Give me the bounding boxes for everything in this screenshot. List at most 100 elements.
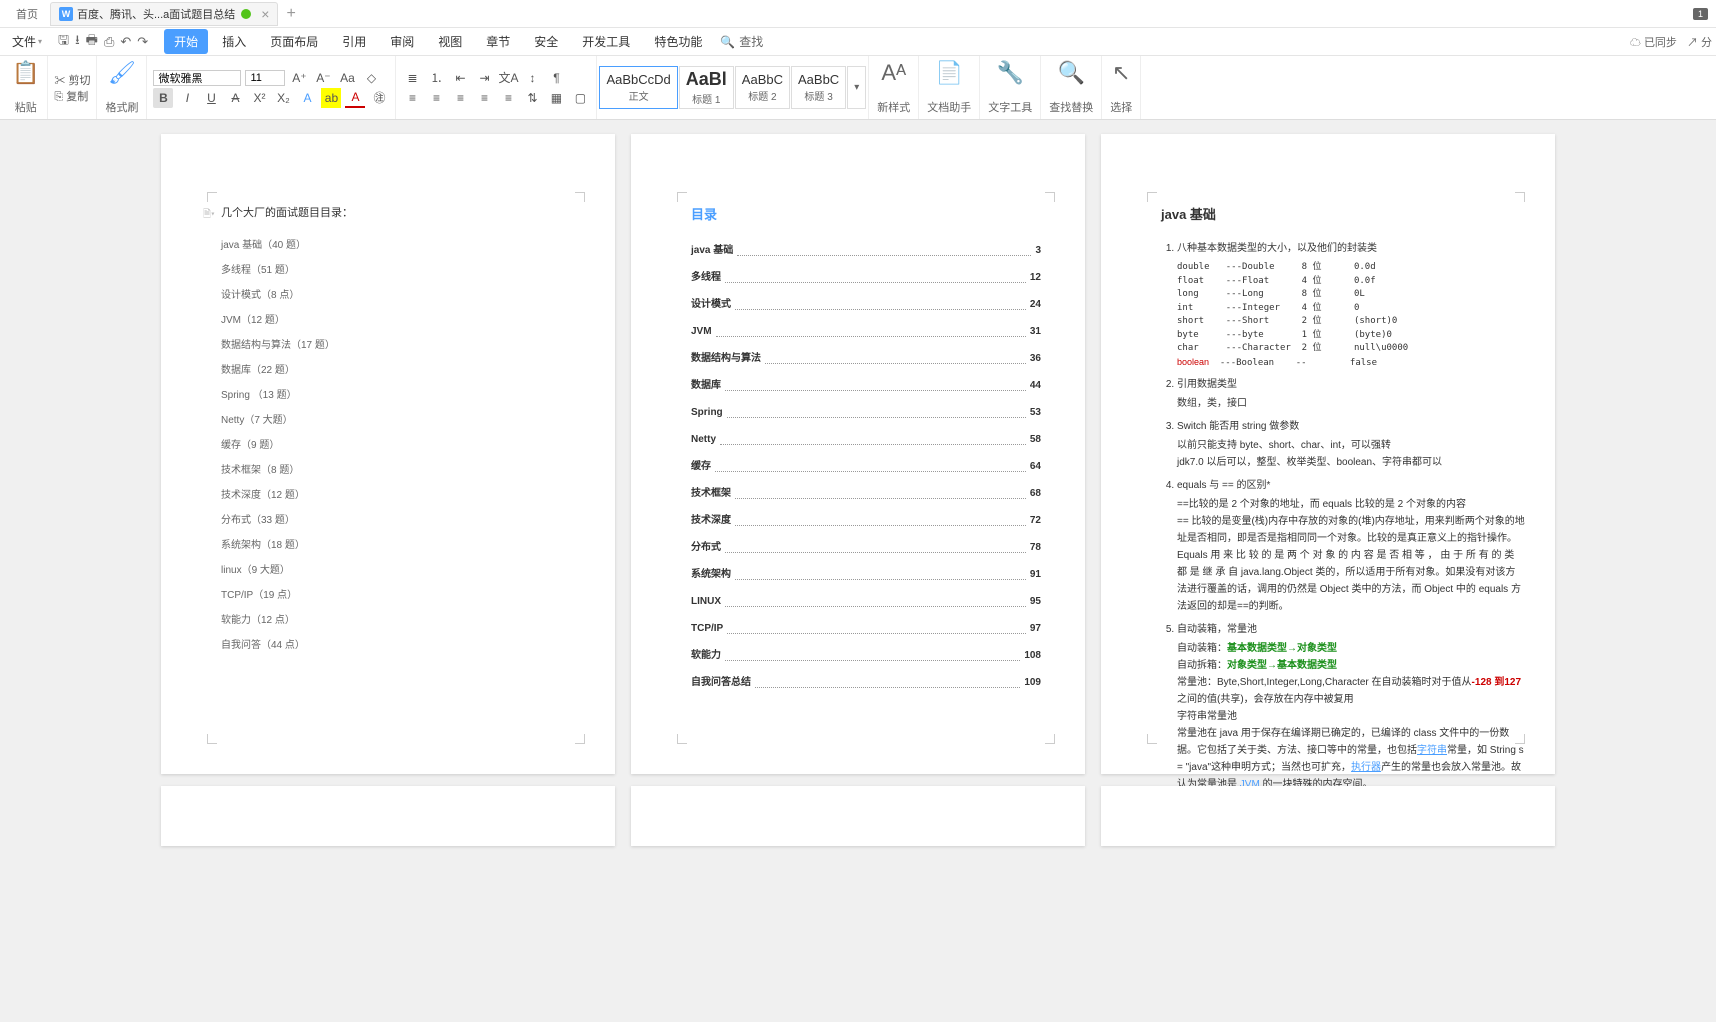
document-tab[interactable]: W 百度、腾讯、头...a面试题目总结 ×	[50, 2, 278, 26]
tab-security[interactable]: 安全	[524, 29, 568, 54]
bullets-icon[interactable]: ≣	[402, 68, 422, 88]
indent-increase-icon[interactable]: ⇥	[474, 68, 494, 88]
toc-row[interactable]: 设计模式24	[691, 296, 1041, 313]
italic-button[interactable]: I	[177, 88, 197, 108]
style-heading1[interactable]: AaBl标题 1	[679, 66, 734, 109]
change-case-icon[interactable]: Aa	[337, 68, 357, 88]
toc-row[interactable]: 软能力108	[691, 647, 1041, 664]
tab-devtools[interactable]: 开发工具	[572, 29, 640, 54]
p1-line: 技术深度（12 题）	[221, 487, 571, 504]
select-group[interactable]: ↖选择	[1102, 56, 1141, 119]
text-effect-button[interactable]: A	[297, 88, 317, 108]
text-direction-icon[interactable]: 文A	[498, 68, 518, 88]
tab-layout[interactable]: 页面布局	[260, 29, 328, 54]
circle-text-button[interactable]: ㊟	[369, 88, 389, 108]
newstyle-group[interactable]: Aᴬ新样式	[869, 56, 919, 119]
notification-badge[interactable]: 1	[1693, 8, 1708, 20]
toc-row[interactable]: Spring53	[691, 404, 1041, 421]
ribbon: 📋 粘贴 ✂ 剪切 ⎘ 复制 🖌 格式刷 A⁺ A⁻ Aa ◇ B I U A …	[0, 56, 1716, 120]
page-3[interactable]: java 基础 八种基本数据类型的大小，以及他们的封装类 double ---D…	[1101, 134, 1555, 774]
file-menu[interactable]: 文件	[4, 29, 50, 54]
subscript-button[interactable]: X₂	[273, 88, 293, 108]
p1-line: 设计模式（8 点）	[221, 287, 571, 304]
toc-row[interactable]: LINUX95	[691, 593, 1041, 610]
toc-row[interactable]: 系统架构91	[691, 566, 1041, 583]
align-right-icon[interactable]: ≡	[450, 88, 470, 108]
toc-row[interactable]: 缓存64	[691, 458, 1041, 475]
sort-icon[interactable]: ↕	[522, 68, 542, 88]
toc-row[interactable]: java 基础3	[691, 242, 1041, 259]
close-tab-icon[interactable]: ×	[261, 6, 269, 22]
font-color-button[interactable]: A	[345, 88, 365, 108]
font-size-select[interactable]	[245, 70, 285, 86]
decrease-font-icon[interactable]: A⁻	[313, 68, 333, 88]
document-canvas[interactable]: 🗎▾ 几个大厂的面试题目目录： java 基础（40 题）多线程（51 题）设计…	[0, 120, 1716, 1022]
cloud-sync-status[interactable]: ☁ 已同步	[1630, 34, 1677, 50]
toc-row[interactable]: TCP/IP97	[691, 620, 1041, 637]
align-center-icon[interactable]: ≡	[426, 88, 446, 108]
toc-row[interactable]: 自我问答总结109	[691, 674, 1041, 691]
page-2[interactable]: 目录 java 基础3多线程12设计模式24JVM31数据结构与算法36数据库4…	[631, 134, 1085, 774]
align-left-icon[interactable]: ≡	[402, 88, 422, 108]
numbering-icon[interactable]: ⒈	[426, 68, 446, 88]
p3-q2: 引用数据类型数组，类，接口	[1177, 376, 1525, 412]
page-6[interactable]	[1101, 786, 1555, 846]
align-justify-icon[interactable]: ≡	[474, 88, 494, 108]
tab-chapter[interactable]: 章节	[476, 29, 520, 54]
dochelper-group[interactable]: 📄文档助手	[919, 56, 980, 119]
toc-row[interactable]: JVM31	[691, 323, 1041, 340]
tab-home[interactable]: 首页	[8, 2, 46, 26]
page-1[interactable]: 🗎▾ 几个大厂的面试题目目录： java 基础（40 题）多线程（51 题）设计…	[161, 134, 615, 774]
tab-review[interactable]: 审阅	[380, 29, 424, 54]
copy-button[interactable]: ⎘ 复制	[54, 88, 88, 104]
save-icon[interactable]: 🖫	[58, 31, 69, 53]
toc-row[interactable]: 技术深度72	[691, 512, 1041, 529]
indent-decrease-icon[interactable]: ⇤	[450, 68, 470, 88]
save-as-icon[interactable]: ⭳	[75, 31, 80, 53]
align-distribute-icon[interactable]: ≡	[498, 88, 518, 108]
font-name-select[interactable]	[153, 70, 241, 86]
tab-insert[interactable]: 插入	[212, 29, 256, 54]
new-tab-button[interactable]: +	[286, 5, 295, 23]
toc-row[interactable]: 技术框架68	[691, 485, 1041, 502]
tab-special[interactable]: 特色功能	[644, 29, 712, 54]
page-4[interactable]	[161, 786, 615, 846]
style-more[interactable]: ▾	[847, 66, 866, 109]
titlebar: 首页 W 百度、腾讯、头...a面试题目总结 × + 1	[0, 0, 1716, 28]
strike-button[interactable]: A	[225, 88, 245, 108]
highlight-button[interactable]: ab	[321, 88, 341, 108]
line-spacing-icon[interactable]: ⇅	[522, 88, 542, 108]
toc-row[interactable]: Netty58	[691, 431, 1041, 448]
page-5[interactable]	[631, 786, 1085, 846]
tab-start[interactable]: 开始	[164, 29, 208, 54]
findreplace-group[interactable]: 🔍查找替换	[1041, 56, 1102, 119]
superscript-button[interactable]: X²	[249, 88, 269, 108]
tab-view[interactable]: 视图	[428, 29, 472, 54]
shading-icon[interactable]: ▦	[546, 88, 566, 108]
style-normal[interactable]: AaBbCcDd正文	[599, 66, 677, 109]
toc-row[interactable]: 数据结构与算法36	[691, 350, 1041, 367]
quick-access-toolbar: 🖫 ⭳ 🖶 ⎙ ↶ ↷	[52, 31, 154, 53]
texttools-group[interactable]: 🔧文字工具	[980, 56, 1041, 119]
redo-icon[interactable]: ↷	[137, 34, 148, 50]
bold-button[interactable]: B	[153, 88, 173, 108]
borders-icon[interactable]: ▢	[570, 88, 590, 108]
show-marks-icon[interactable]: ¶	[546, 68, 566, 88]
paste-icon[interactable]: 📋	[12, 60, 39, 86]
clear-format-icon[interactable]: ◇	[361, 68, 381, 88]
print-icon[interactable]: 🖶	[86, 31, 98, 53]
toc-row[interactable]: 分布式78	[691, 539, 1041, 556]
increase-font-icon[interactable]: A⁺	[289, 68, 309, 88]
undo-icon[interactable]: ↶	[120, 34, 131, 50]
search-box[interactable]: 🔍 查找	[720, 33, 763, 50]
format-brush-icon[interactable]: 🖌	[108, 60, 136, 86]
style-heading3[interactable]: AaBbC标题 3	[791, 66, 846, 109]
tab-references[interactable]: 引用	[332, 29, 376, 54]
cut-button[interactable]: ✂ 剪切	[54, 72, 90, 88]
print-preview-icon[interactable]: ⎙	[104, 34, 114, 50]
toc-row[interactable]: 数据库44	[691, 377, 1041, 394]
share-button[interactable]: ↗ 分	[1687, 34, 1712, 50]
style-heading2[interactable]: AaBbC标题 2	[735, 66, 790, 109]
underline-button[interactable]: U	[201, 88, 221, 108]
toc-row[interactable]: 多线程12	[691, 269, 1041, 286]
